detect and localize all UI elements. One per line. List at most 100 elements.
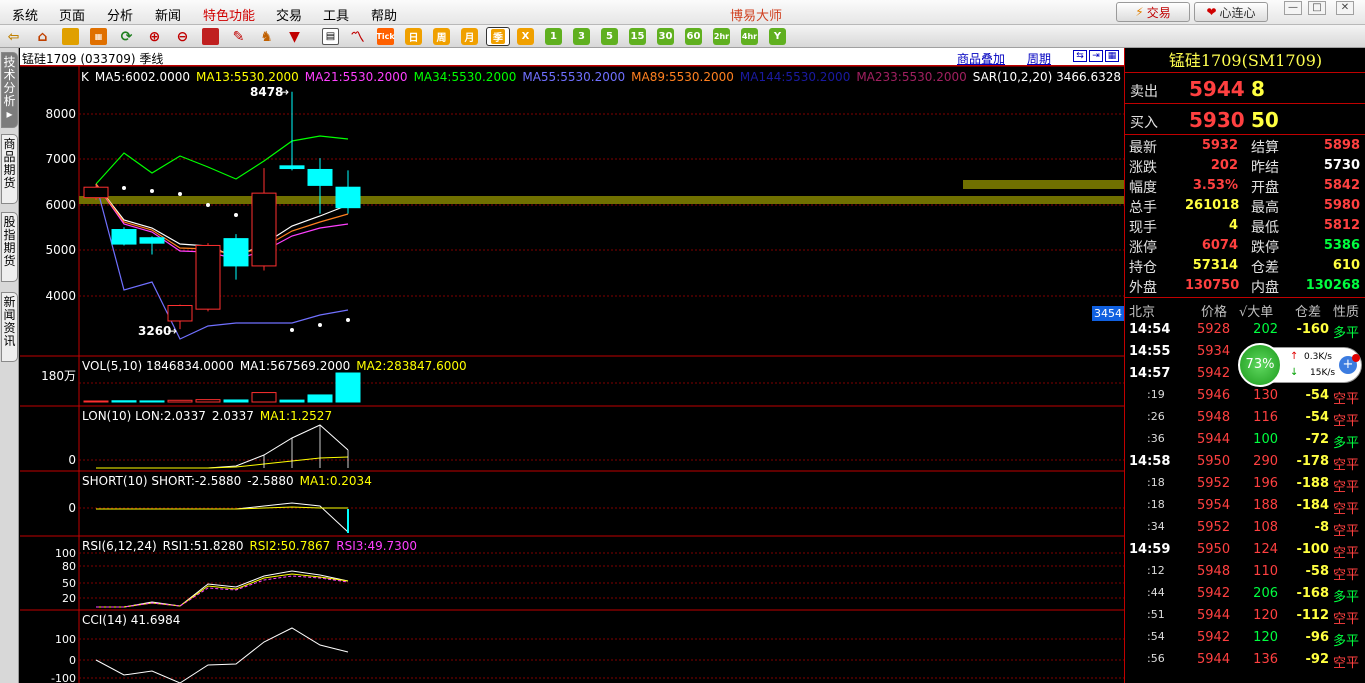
tab-commodity-futures[interactable]: 商品期货 (1, 134, 18, 204)
candle-body[interactable] (307, 168, 333, 186)
period-month-button[interactable]: 月 (461, 28, 478, 45)
maximize-icon[interactable]: □ (1308, 1, 1326, 15)
tick-row[interactable]: :44 5942 206 -168 多平 (1125, 583, 1365, 605)
candle-body[interactable] (167, 305, 193, 322)
period-5min-button[interactable]: 5 (601, 28, 618, 45)
ticks-header-bigvol[interactable]: √大单 (1239, 301, 1273, 320)
window-icon[interactable] (202, 28, 219, 45)
tick-price: 5928 (1197, 322, 1231, 337)
tick-row[interactable]: :34 5952 108 -8 空平 (1125, 517, 1365, 539)
period-2hr-button[interactable]: 2hr (713, 28, 730, 45)
tick-row[interactable]: 14:54 5928 202 -160 多平 (1125, 319, 1365, 341)
menu-tools[interactable]: 工具 (323, 5, 349, 24)
menu-page[interactable]: 页面 (59, 5, 85, 24)
tick-price: 5944 (1197, 432, 1231, 447)
table-icon[interactable]: ▤ (322, 28, 339, 45)
candle-body[interactable] (335, 186, 361, 209)
tick-price: 5944 (1197, 608, 1231, 623)
candle-body[interactable] (111, 229, 137, 245)
tick-time: :12 (1147, 564, 1165, 577)
stat-row: 外盘 130750 内盘 130268 (1125, 276, 1365, 296)
tick-volume: 120 (1253, 630, 1278, 645)
period-season-button[interactable]: 季 (486, 27, 510, 46)
tick-chart-button[interactable]: Tick (376, 28, 395, 45)
candle-body[interactable] (195, 244, 221, 310)
tick-row[interactable]: 14:59 5950 124 -100 空平 (1125, 539, 1365, 561)
period-day-button[interactable]: 日 (405, 28, 422, 45)
lon-ma-line (96, 456, 349, 469)
candle-body[interactable] (83, 186, 109, 199)
tick-time: :54 (1147, 630, 1165, 643)
close-icon[interactable]: ✕ (1336, 1, 1354, 15)
tick-row[interactable]: :56 5944 136 -92 空平 (1125, 649, 1365, 671)
tick-time: 14:58 (1129, 454, 1171, 469)
download-arrow-icon: ↓ (1290, 367, 1299, 378)
trade-button[interactable]: ⚡ 交易 (1116, 2, 1190, 22)
trend-icon[interactable]: 〽 (349, 28, 366, 46)
volume-bar (335, 372, 361, 403)
network-speed-widget[interactable]: 73% ↑ 0.3K/s ↓ 15K/s + (1238, 343, 1363, 387)
candle-body[interactable] (223, 238, 249, 267)
tick-oi-change: -160 (1296, 322, 1329, 337)
period-1min-button[interactable]: 1 (545, 28, 562, 45)
tick-oi-change: -184 (1296, 498, 1329, 513)
period-4hr-button[interactable]: 4hr (741, 28, 758, 45)
tick-row[interactable]: :51 5944 120 -112 空平 (1125, 605, 1365, 627)
tick-row[interactable]: :26 5948 116 -54 空平 (1125, 407, 1365, 429)
menu-system[interactable]: 系统 (12, 5, 38, 24)
chart-tool-icon[interactable]: ♞ (258, 28, 275, 45)
menu-analysis[interactable]: 分析 (107, 5, 133, 24)
refresh-icon[interactable]: ⟳ (118, 28, 135, 45)
tick-price: 5950 (1197, 454, 1231, 469)
menu-news[interactable]: 新闻 (155, 5, 181, 24)
zoom-in-icon[interactable]: ⊕ (146, 28, 163, 45)
zoom-out-icon[interactable]: ⊖ (174, 28, 191, 45)
tick-row[interactable]: :12 5948 110 -58 空平 (1125, 561, 1365, 583)
period-custom-x-button[interactable]: X (517, 28, 534, 45)
right-price-label: 3454 (1092, 306, 1124, 321)
period-30min-button[interactable]: 30 (657, 28, 674, 45)
list-icon[interactable]: ▦ (90, 28, 107, 45)
price-tick: 5000 (45, 243, 76, 257)
stat-label: 跌停 (1251, 240, 1279, 256)
menu-trade[interactable]: 交易 (276, 5, 302, 24)
sell-price: 5944 (1189, 77, 1245, 101)
tick-nature: 空平 (1333, 502, 1360, 517)
tick-row[interactable]: :18 5954 188 -184 空平 (1125, 495, 1365, 517)
tick-row[interactable]: :18 5952 196 -188 空平 (1125, 473, 1365, 495)
home-icon[interactable]: ⌂ (34, 28, 51, 45)
xinlianxin-button-label: 心连心 (1219, 5, 1256, 20)
tab-news-info[interactable]: 新闻资讯 (1, 292, 18, 362)
tick-time: 14:55 (1129, 344, 1171, 359)
candle-body[interactable] (139, 237, 165, 244)
tick-row[interactable]: :19 5946 130 -54 空平 (1125, 385, 1365, 407)
menu-special-features[interactable]: 特色功能 (203, 5, 255, 24)
period-15min-button[interactable]: 15 (629, 28, 646, 45)
tab-index-futures[interactable]: 股指期货 (1, 212, 18, 282)
ticks-header-price: 价格 (1201, 305, 1228, 320)
xinlianxin-button[interactable]: ❤ 心连心 (1194, 2, 1268, 22)
period-week-button[interactable]: 周 (433, 28, 450, 45)
pencil-icon[interactable]: ✎ (230, 28, 247, 45)
candle-body[interactable] (251, 192, 277, 267)
ticks-header-oi: 仓差 (1295, 305, 1322, 320)
stat-label: 内盘 (1251, 280, 1279, 296)
menu-help[interactable]: 帮助 (371, 5, 397, 24)
tick-price: 5948 (1197, 410, 1231, 425)
minimize-icon[interactable]: — (1284, 1, 1302, 15)
filter-icon[interactable]: ▼ (286, 28, 303, 45)
tick-time: 14:59 (1129, 542, 1171, 557)
period-year-button[interactable]: Y (769, 28, 786, 45)
chart-area[interactable]: 锰硅1709 (033709) 季线 商品叠加 周期 ⇆ ⇥ ▦ K MA5:60… (20, 48, 1204, 683)
tick-row[interactable]: :36 5944 100 -72 多平 (1125, 429, 1365, 451)
tick-row[interactable]: 14:58 5950 290 -178 空平 (1125, 451, 1365, 473)
period-3min-button[interactable]: 3 (573, 28, 590, 45)
stat-value: 5898 (1323, 138, 1360, 153)
cpu-percent-badge: 73% (1238, 343, 1282, 387)
tab-technical-analysis[interactable]: 技术分析 ▸ (1, 52, 18, 128)
period-60min-button[interactable]: 60 (685, 28, 702, 45)
candle-body[interactable] (279, 165, 305, 170)
tick-row[interactable]: :54 5942 120 -96 多平 (1125, 627, 1365, 649)
back-arrow-icon[interactable]: ⇦ (5, 28, 22, 45)
notebook-icon[interactable] (62, 28, 79, 45)
